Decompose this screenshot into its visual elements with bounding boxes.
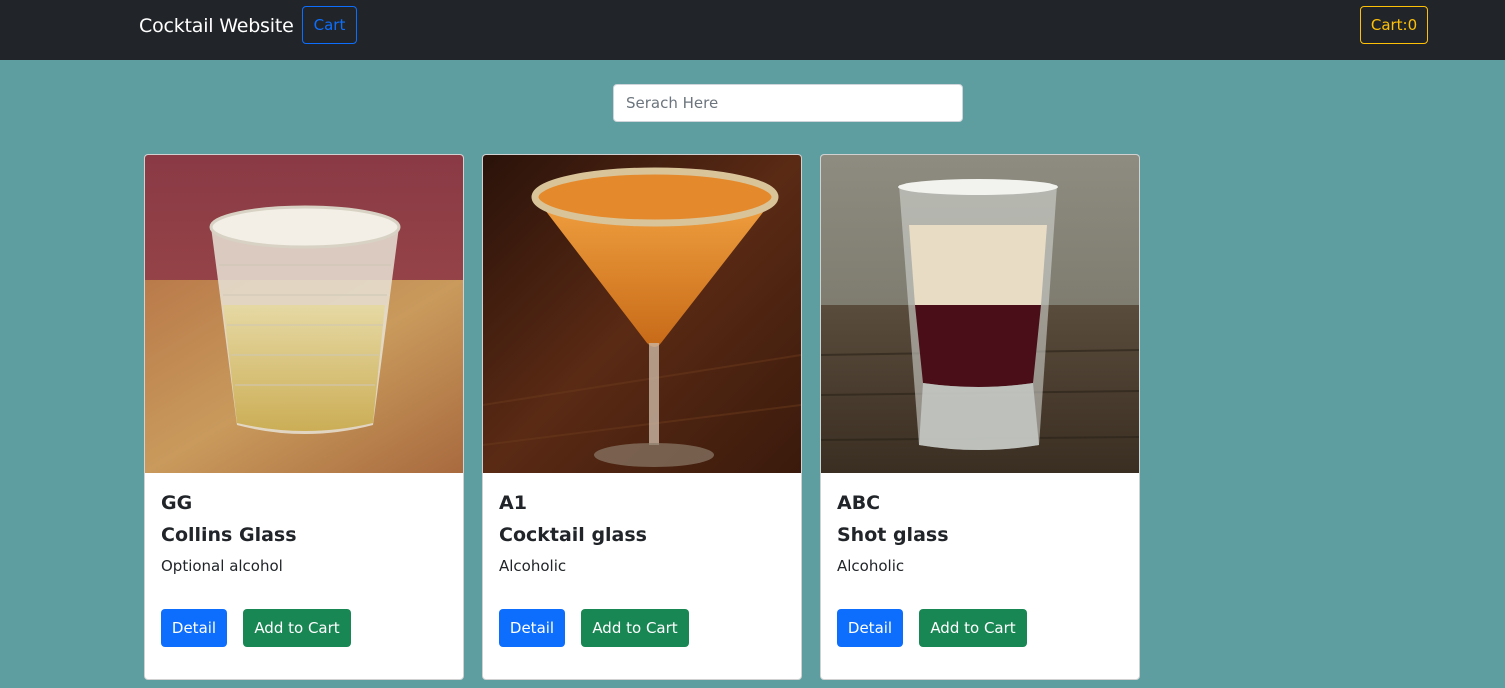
cocktail-image bbox=[821, 155, 1139, 473]
detail-button[interactable]: Detail bbox=[837, 609, 903, 647]
add-to-cart-button[interactable]: Add to Cart bbox=[919, 609, 1027, 647]
cocktail-name: ABC bbox=[837, 492, 881, 514]
search-input[interactable] bbox=[613, 84, 963, 122]
detail-button[interactable]: Detail bbox=[499, 609, 565, 647]
cocktail-image bbox=[145, 155, 463, 473]
detail-button[interactable]: Detail bbox=[161, 609, 227, 647]
cocktail-card: GG Collins Glass Optional alcohol Detail… bbox=[144, 154, 464, 680]
alcoholic-label: Optional alcohol bbox=[161, 557, 283, 575]
alcoholic-label: Alcoholic bbox=[837, 557, 905, 575]
cocktail-name: A1 bbox=[499, 492, 527, 514]
alcoholic-label: Alcoholic bbox=[499, 557, 567, 575]
glass-type: Collins Glass bbox=[161, 524, 297, 546]
cocktail-card: A1 Cocktail glass Alcoholic Detail Add t… bbox=[482, 154, 802, 680]
glass-type: Shot glass bbox=[837, 524, 949, 546]
cocktail-name: GG bbox=[161, 492, 193, 514]
brand-link[interactable]: Cocktail Website bbox=[139, 14, 294, 38]
add-to-cart-button[interactable]: Add to Cart bbox=[581, 609, 689, 647]
navbar: Cocktail Website Cart Cart:0 bbox=[0, 0, 1505, 60]
cart-count-button[interactable]: Cart:0 bbox=[1360, 6, 1428, 44]
glass-type: Cocktail glass bbox=[499, 524, 647, 546]
cocktail-image bbox=[483, 155, 801, 473]
cart-nav-button[interactable]: Cart bbox=[302, 6, 357, 44]
add-to-cart-button[interactable]: Add to Cart bbox=[243, 609, 351, 647]
cocktail-card: ABC Shot glass Alcoholic Detail Add to C… bbox=[820, 154, 1140, 680]
